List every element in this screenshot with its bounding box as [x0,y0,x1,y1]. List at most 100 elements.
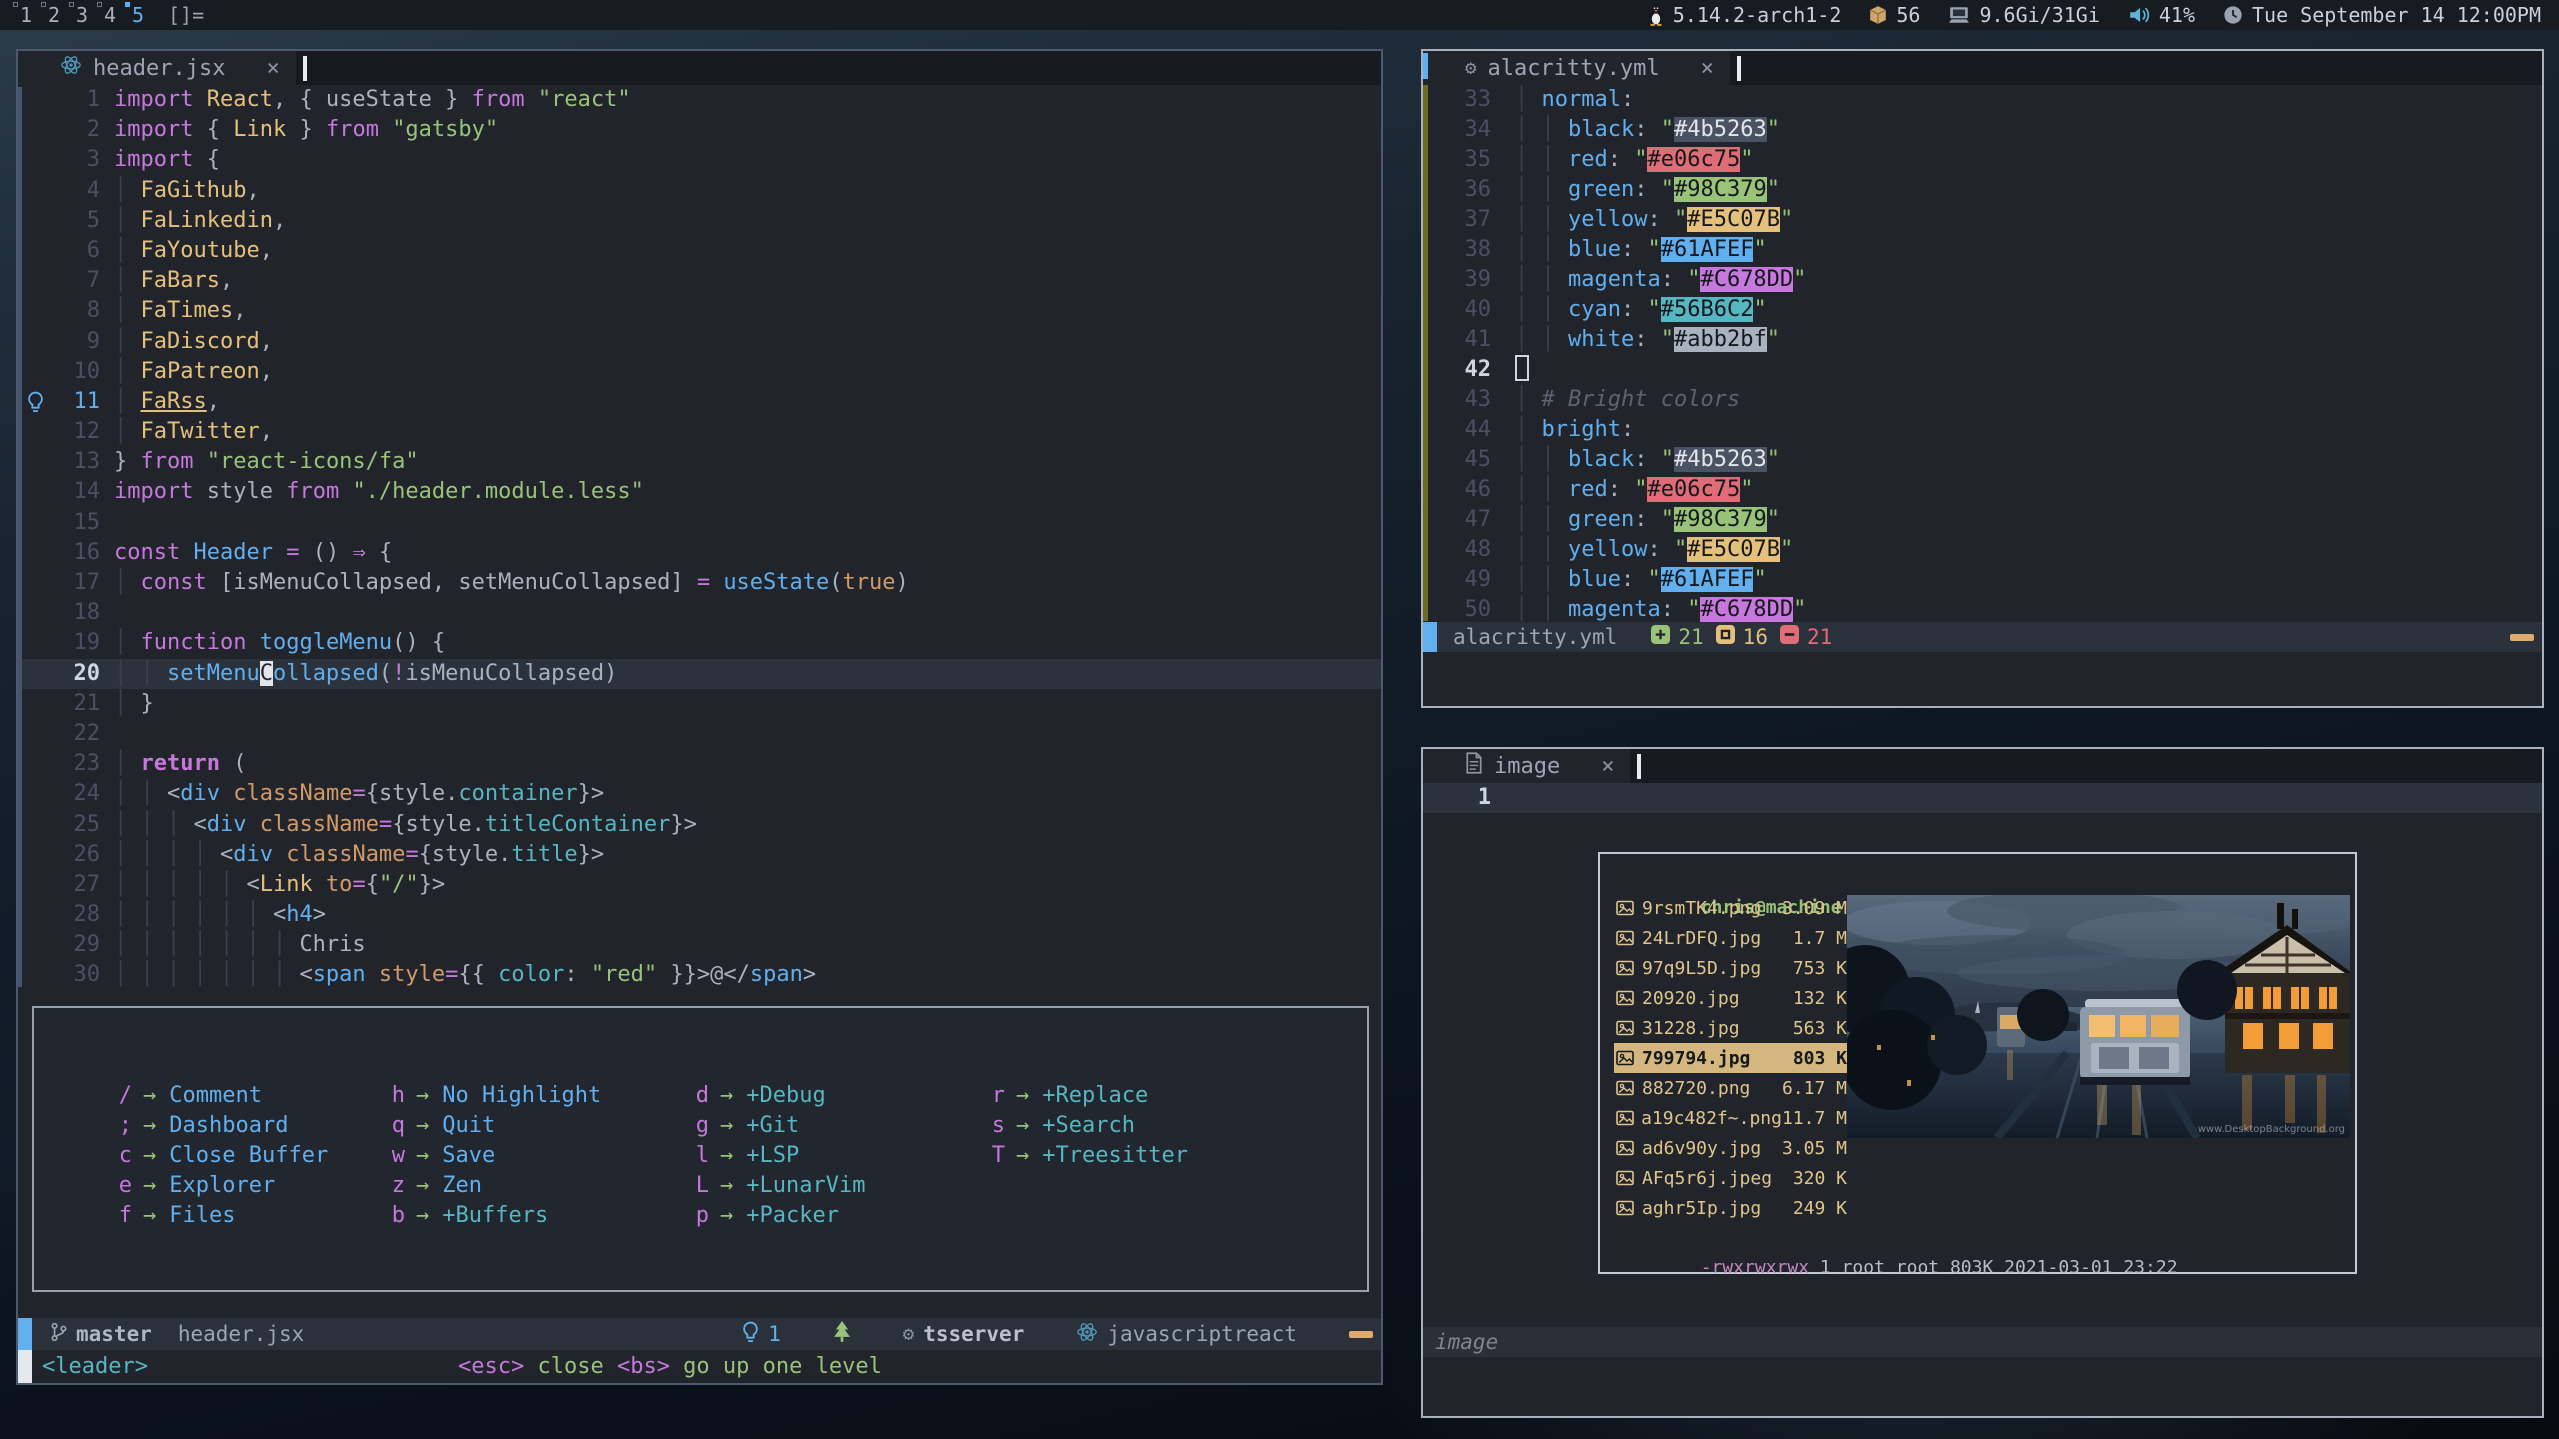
code-line[interactable]: 5│ FaLinkedin, [18,206,1381,236]
code-line[interactable]: 45│ │ black: "#4b5263" [1423,445,2542,475]
whichkey-item--lsp[interactable]: l→+LSP [695,1140,991,1170]
file-list-item[interactable]: aghr5Ip.jpg249 K [1614,1193,1851,1223]
code-line[interactable]: 50│ │ magenta: "#C678DD" [1423,595,2542,625]
workspace-1[interactable]: 1 [12,0,40,30]
code-line[interactable]: 41│ │ white: "#abb2bf" [1423,325,2542,355]
tab-alacritty-yml[interactable]: ⚙ alacritty.yml × [1423,51,1730,85]
workspace-2[interactable]: 2 [40,0,68,30]
code-line[interactable]: 11│ FaRss, [18,387,1381,417]
statusline: master header.jsx 1 ⚙ tsserver javascrip… [18,1318,1381,1350]
whichkey-item-dashboard[interactable]: ;→Dashboard [118,1110,391,1140]
tab-header-jsx[interactable]: header.jsx × [18,51,296,85]
whichkey-item-zen[interactable]: z→Zen [391,1170,695,1200]
code-line[interactable]: 21│ } [18,689,1381,719]
code-line[interactable]: 22 [18,719,1381,749]
tab-image[interactable]: image × [1423,749,1630,783]
code-line[interactable]: 9│ FaDiscord, [18,327,1381,357]
code-line[interactable]: 47│ │ green: "#98C379" [1423,505,2542,535]
close-icon[interactable]: × [1601,754,1614,779]
workspace-4[interactable]: 4 [96,0,124,30]
code-line[interactable]: 20│ │ setMenuCollapsed(!isMenuCollapsed) [18,659,1381,689]
file-list-item[interactable]: 20920.jpg132 K [1614,983,1851,1013]
code-line[interactable]: 30│ │ │ │ │ │ │ <span style={{ color: "r… [18,960,1381,990]
code-line[interactable]: 14import style from "./header.module.les… [18,477,1381,507]
code-line[interactable]: 48│ │ yellow: "#E5C07B" [1423,535,2542,565]
workspace-3[interactable]: 3 [68,0,96,30]
whichkey-item-close-buffer[interactable]: c→Close Buffer [118,1140,391,1170]
whichkey-item--buffers[interactable]: b→+Buffers [391,1200,695,1230]
whichkey-item--lunarvim[interactable]: L→+LunarVim [695,1170,991,1200]
scrollbar-position-mark[interactable] [1423,53,1428,79]
file-list-item[interactable]: 31228.jpg563 K [1614,1013,1851,1043]
code-line[interactable]: 10│ FaPatreon, [18,357,1381,387]
code-action-lightbulb-icon[interactable] [18,387,52,417]
whichkey-item--treesitter[interactable]: T→+Treesitter [991,1140,1367,1170]
code-line[interactable]: 12│ FaTwitter, [18,417,1381,447]
file-list-item[interactable]: AFq5r6j.jpeg320 K [1614,1163,1851,1193]
code-line[interactable]: 1 [1423,783,2542,813]
code-line[interactable]: 26│ │ │ │ <div className={style.title}> [18,840,1381,870]
code-line[interactable]: 34│ │ black: "#4b5263" [1423,115,2542,145]
code-line[interactable]: 38│ │ blue: "#61AFEF" [1423,235,2542,265]
code-line[interactable]: 49│ │ blue: "#61AFEF" [1423,565,2542,595]
whichkey-item-explorer[interactable]: e→Explorer [118,1170,391,1200]
code-line[interactable]: 28│ │ │ │ │ │ <h4> [18,900,1381,930]
code-line[interactable]: 3import { [18,145,1381,175]
whichkey-item--replace[interactable]: r→+Replace [991,1080,1367,1110]
code-line[interactable]: 8│ FaTimes, [18,296,1381,326]
code-area[interactable]: 1import React, { useState } from "react"… [18,85,1381,991]
workspace-5[interactable]: 5 [124,0,152,30]
code-line[interactable]: 19│ function toggleMenu() { [18,628,1381,658]
sign-column [18,810,52,840]
file-list-item[interactable]: 799794.jpg803 K [1614,1043,1851,1073]
whichkey-item-files[interactable]: f→Files [118,1200,391,1230]
whichkey-item-save[interactable]: w→Save [391,1140,695,1170]
code-line[interactable]: 46│ │ red: "#e06c75" [1423,475,2542,505]
image-file-icon [1616,900,1642,916]
whichkey-item--debug[interactable]: d→+Debug [695,1080,991,1110]
code-line[interactable]: 23│ return ( [18,749,1381,779]
whichkey-item--packer[interactable]: p→+Packer [695,1200,991,1230]
code-line[interactable]: 43│ # Bright colors [1423,385,2542,415]
code-line[interactable]: 39│ │ magenta: "#C678DD" [1423,265,2542,295]
workspace-switcher: 12345 [12,0,152,30]
code-line[interactable]: 29│ │ │ │ │ │ │ Chris [18,930,1381,960]
close-icon[interactable]: × [1701,56,1714,81]
whichkey-item--search[interactable]: s→+Search [991,1110,1367,1140]
code-line[interactable]: 18 [18,598,1381,628]
code-line[interactable]: 15 [18,508,1381,538]
file-list-item[interactable]: 882720.png6.17 M [1614,1073,1851,1103]
file-list-item[interactable]: a19c482f~.png11.7 M [1614,1103,1851,1133]
code-area[interactable]: 33│ normal:34│ │ black: "#4b5263"35│ │ r… [1423,85,2542,625]
code-line[interactable]: 13} from "react-icons/fa" [18,447,1381,477]
whichkey-item-no-highlight[interactable]: h→No Highlight [391,1080,695,1110]
code-line[interactable]: 6│ FaYoutube, [18,236,1381,266]
file-list-item[interactable]: 97q9L5D.jpg753 K [1614,953,1851,983]
close-icon[interactable]: × [266,56,279,81]
code-line[interactable]: 2import { Link } from "gatsby" [18,115,1381,145]
code-line[interactable]: 24│ │ <div className={style.container}> [18,779,1381,809]
code-line[interactable]: 27│ │ │ │ │ <Link to={"/"}> [18,870,1381,900]
command-line[interactable]: <leader> <esc> close <bs> go up one leve… [18,1350,1381,1383]
sign-column [18,779,52,809]
code-line[interactable]: 33│ normal: [1423,85,2542,115]
code-line[interactable]: 16const Header = () ⇒ { [18,538,1381,568]
whichkey-item-comment[interactable]: /→Comment [118,1080,391,1110]
whichkey-item-quit[interactable]: q→Quit [391,1110,695,1140]
code-line[interactable]: 42 [1423,355,2542,385]
code-line[interactable]: 36│ │ green: "#98C379" [1423,175,2542,205]
layout-indicator[interactable]: []= [168,3,204,27]
code-line[interactable]: 40│ │ cyan: "#56B6C2" [1423,295,2542,325]
file-list-item[interactable]: ad6v90y.jpg3.05 M [1614,1133,1851,1163]
code-line[interactable]: 7│ FaBars, [18,266,1381,296]
code-line[interactable]: 37│ │ yellow: "#E5C07B" [1423,205,2542,235]
scrollbar-strip[interactable] [18,87,22,987]
code-line[interactable]: 25│ │ │ <div className={style.titleConta… [18,810,1381,840]
code-line[interactable]: 17│ const [isMenuCollapsed, setMenuColla… [18,568,1381,598]
code-line[interactable]: 44│ bright: [1423,415,2542,445]
code-line[interactable]: 4│ FaGithub, [18,176,1381,206]
code-line[interactable]: 1import React, { useState } from "react" [18,85,1381,115]
code-line[interactable]: 35│ │ red: "#e06c75" [1423,145,2542,175]
whichkey-item--git[interactable]: g→+Git [695,1110,991,1140]
volume-icon [2128,5,2150,25]
